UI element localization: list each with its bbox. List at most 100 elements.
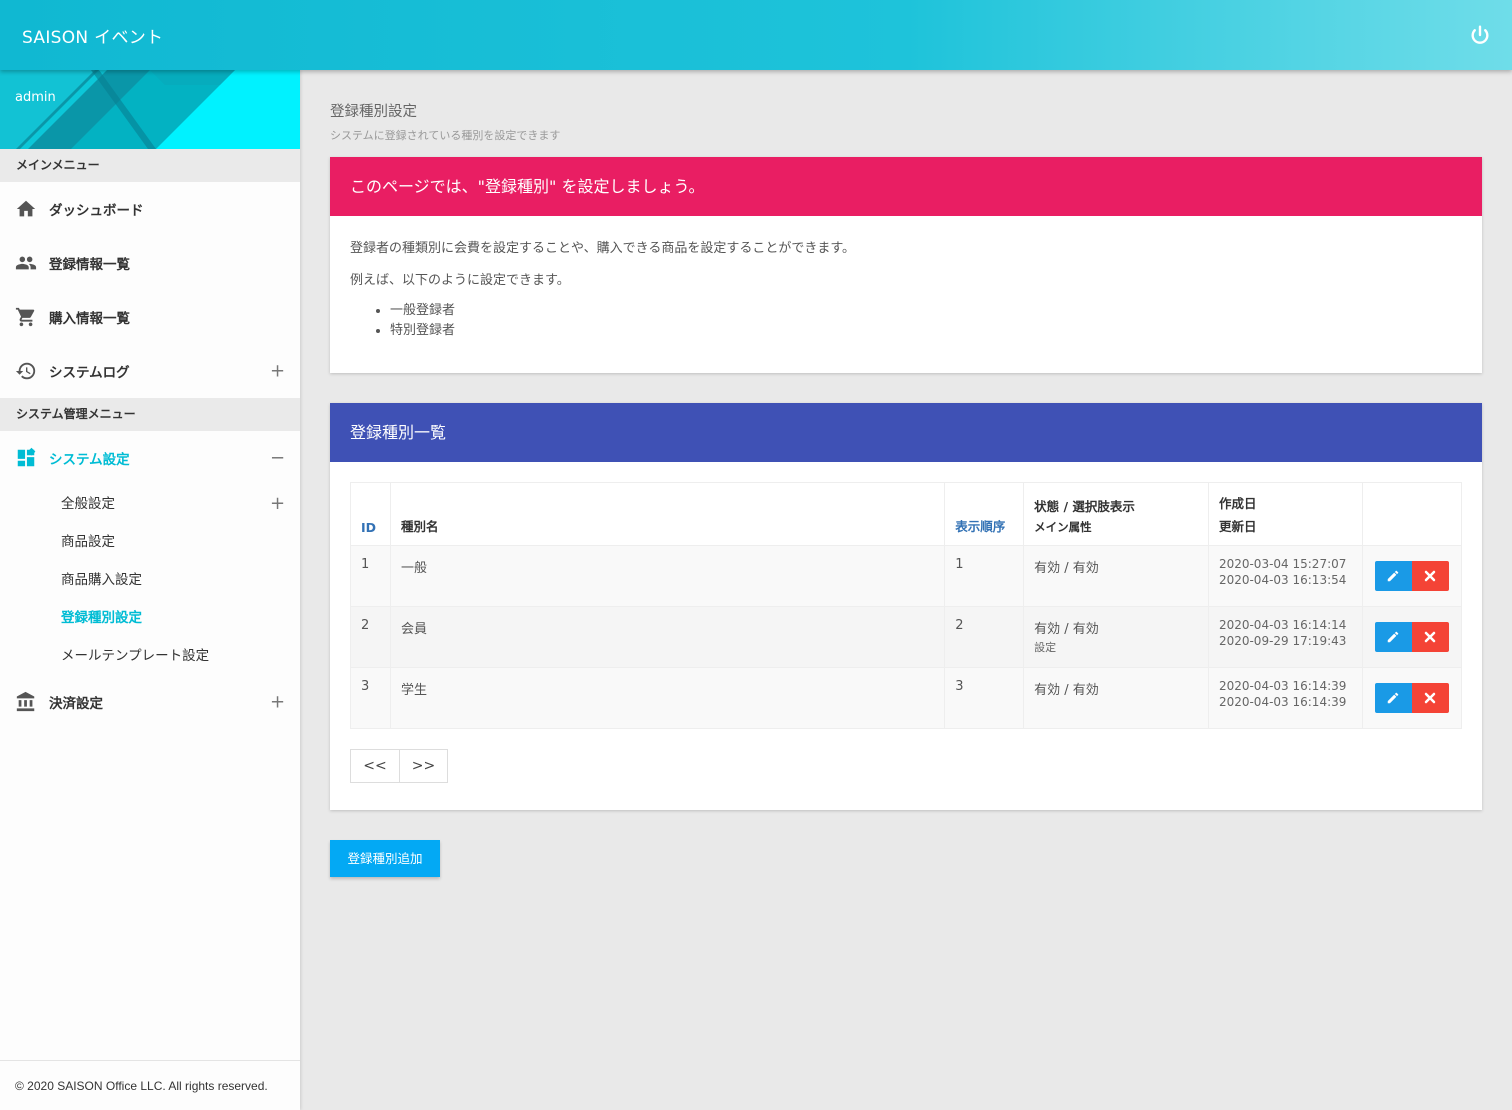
pencil-icon [1388,570,1399,582]
admin-menu-header: システム管理メニュー [0,398,300,431]
table-header-row: ID 種別名 表示順序 状態 / 選択肢表示 メイン属性 作成日 更新日 [350,482,1463,546]
menu-item-system-settings[interactable]: システム設定 − [0,431,300,485]
menu-item-payment-settings[interactable]: 決済設定 + [0,675,300,729]
column-header-order[interactable]: 表示順序 [944,482,1025,546]
column-header-actions [1361,482,1463,546]
cell-status: 有効 / 有効 設定 [1023,606,1209,668]
cell-id: 3 [350,667,391,729]
pencil-icon [1388,631,1399,643]
cell-id: 1 [350,545,391,607]
header-line: 状態 / 選択肢表示 [1034,499,1135,514]
info-card-body: 登録者の種類別に会費を設定することや、購入できる商品を設定することができます。 … [330,216,1482,373]
cell-actions [1361,545,1463,607]
status-text: 有効 / 有効 [1034,683,1099,698]
submenu-item-mail-templates[interactable]: メールテンプレート設定 [0,637,300,675]
menu-label: システム設定 [49,452,130,468]
list-card-body: ID 種別名 表示順序 状態 / 選択肢表示 メイン属性 作成日 更新日 1 一… [330,462,1482,810]
info-card-heading: このページでは、"登録種別" を設定しましょう。 [330,157,1482,216]
list-item: 一般登録者 [390,301,1462,321]
table-row: 2 会員 2 有効 / 有効 設定 2020-04-03 16:14:14 20… [350,606,1463,668]
table-row: 1 一般 1 有効 / 有効 2020-03-04 15:27:07 2020-… [350,545,1463,607]
info-paragraph: 登録者の種類別に会費を設定することや、購入できる商品を設定することができます。 [350,241,856,256]
menu-item-system-log[interactable]: システムログ + [0,344,300,398]
column-header-status: 状態 / 選択肢表示 メイン属性 [1023,482,1209,546]
menu-item-registrations[interactable]: 登録情報一覧 [0,236,300,290]
pencil-icon [1388,692,1399,704]
cell-order: 3 [944,667,1025,729]
header-line: 更新日 [1218,519,1257,534]
cell-dates: 2020-04-03 16:14:14 2020-09-29 17:19:43 [1207,606,1363,668]
cell-dates: 2020-04-03 16:14:39 2020-04-03 16:14:39 [1207,667,1363,729]
table-row: 3 学生 3 有効 / 有効 2020-04-03 16:14:39 2020-… [350,667,1463,729]
updated-date: 2020-09-29 17:19:43 [1218,634,1347,648]
submenu-item-general[interactable]: 全般設定 + [0,485,300,523]
close-icon [1425,692,1436,704]
footer-copyright: © 2020 SAISON Office LLC. All rights res… [0,1060,300,1110]
edit-button[interactable] [1374,683,1412,713]
sidebar: admin メインメニュー ダッシュボード 登録情報一覧 購入情報一覧 システム… [0,70,300,1110]
history-icon [15,360,37,382]
column-header-id[interactable]: ID [350,482,391,546]
menu-item-dashboard[interactable]: ダッシュボード [0,182,300,236]
close-icon [1425,570,1436,582]
registration-type-list-card: 登録種別一覧 ID 種別名 表示順序 状態 / 選択肢表示 メイン属性 作成日 … [330,403,1482,810]
submenu-item-product-purchase[interactable]: 商品購入設定 [0,561,300,599]
header-line: 作成日 [1218,496,1257,511]
main-menu-header: メインメニュー [0,149,300,182]
add-registration-type-button[interactable]: 登録種別追加 [330,840,440,877]
menu-label: システムログ [49,365,130,381]
brand-title[interactable]: SAISON イベント [22,23,163,48]
column-header-name: 種別名 [389,482,946,546]
header-line: メイン属性 [1034,520,1092,534]
cell-name: 一般 [389,545,946,607]
created-date: 2020-04-03 16:14:39 [1218,679,1347,693]
cell-name: 学生 [389,667,946,729]
main-attribute-note: 設定 [1034,641,1057,654]
banner-background [0,70,300,149]
bank-icon [15,691,37,713]
delete-button[interactable] [1411,683,1449,713]
status-text: 有効 / 有効 [1034,622,1099,637]
expand-icon[interactable]: + [270,692,285,713]
page-subtitle: システムに登録されている種別を設定できます [330,129,561,142]
user-info-banner: admin [0,70,300,149]
menu-label: 購入情報一覧 [49,311,130,327]
list-card-heading: 登録種別一覧 [330,403,1482,462]
edit-button[interactable] [1374,561,1412,591]
menu-item-purchases[interactable]: 購入情報一覧 [0,290,300,344]
main-content: 登録種別設定 システムに登録されている種別を設定できます このページでは、"登録… [330,70,1482,877]
power-icon[interactable] [1469,24,1491,46]
close-icon [1425,631,1436,643]
cell-actions [1361,667,1463,729]
delete-button[interactable] [1411,622,1449,652]
pagination: << >> [350,749,448,783]
menu-label: 登録情報一覧 [49,257,130,273]
status-text: 有効 / 有効 [1034,561,1099,576]
created-date: 2020-03-04 15:27:07 [1218,557,1347,571]
submenu-item-products[interactable]: 商品設定 [0,523,300,561]
cell-order: 1 [944,545,1025,607]
collapse-icon[interactable]: − [270,448,285,469]
cell-status: 有効 / 有効 [1023,545,1209,607]
delete-button[interactable] [1411,561,1449,591]
column-header-dates: 作成日 更新日 [1207,482,1363,546]
expand-icon[interactable]: + [270,361,285,382]
submenu-item-registration-types[interactable]: 登録種別設定 [0,599,300,637]
menu-label: 決済設定 [49,696,103,712]
updated-date: 2020-04-03 16:13:54 [1218,573,1347,587]
edit-button[interactable] [1374,622,1412,652]
expand-icon[interactable]: + [270,485,285,523]
cell-name: 会員 [389,606,946,668]
cell-actions [1361,606,1463,668]
top-header: SAISON イベント [0,0,1512,70]
registration-type-table: ID 種別名 表示順序 状態 / 選択肢表示 メイン属性 作成日 更新日 1 一… [350,482,1463,729]
page-title: 登録種別設定 [330,104,417,120]
pager-prev-button[interactable]: << [351,750,399,782]
example-list: 一般登録者 特別登録者 [390,301,1462,341]
cell-status: 有効 / 有効 [1023,667,1209,729]
info-card: このページでは、"登録種別" を設定しましょう。 登録者の種類別に会費を設定する… [330,157,1482,373]
cell-id: 2 [350,606,391,668]
submenu-label: 全般設定 [61,496,115,512]
username: admin [15,90,56,105]
pager-next-button[interactable]: >> [399,750,447,782]
